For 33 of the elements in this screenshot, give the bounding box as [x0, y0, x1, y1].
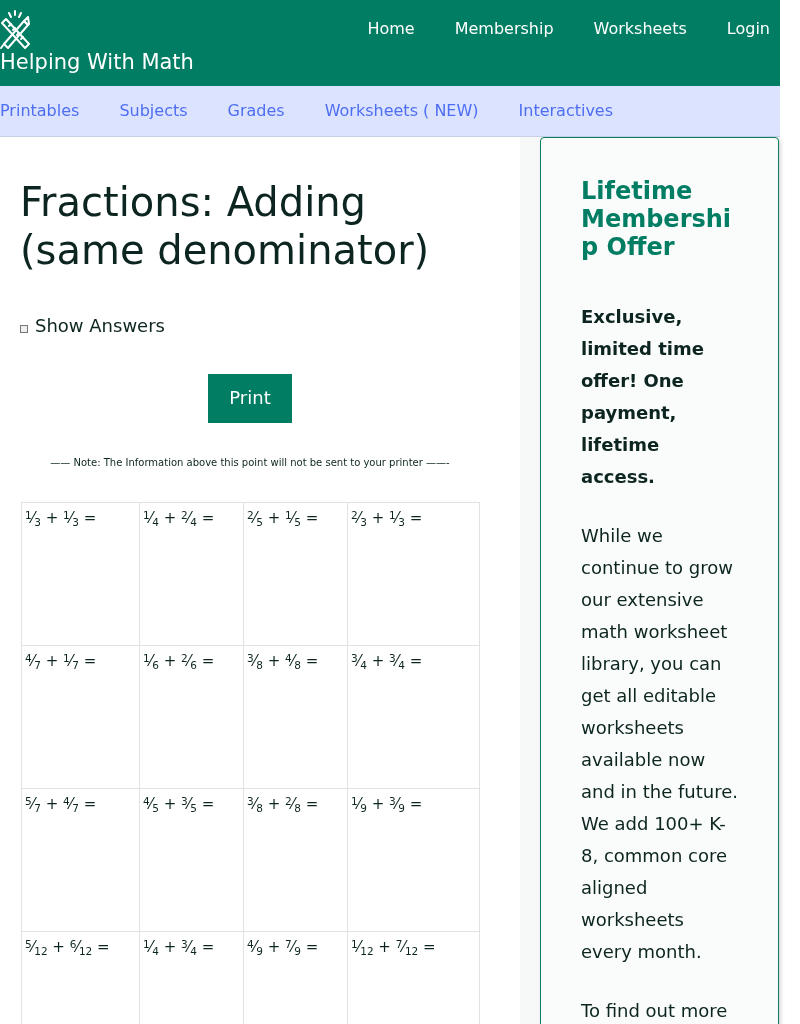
show-answers-label[interactable]: Show Answers [35, 314, 165, 338]
nav-link[interactable]: Membership [454, 18, 554, 40]
fraction-problem-cell: $^{1}$⁄$_{4}$ + $^{2}$⁄$_{4}$ = [139, 502, 244, 646]
fraction-problem-cell: $^{1}$⁄$_{3}$ + $^{1}$⁄$_{3}$ = [21, 502, 140, 646]
offer-body-text: While we continue to grow our extensive math worksheet library, you can get all editable worksheets available now and in the future. We add 100+ K-8, common core aligned worksheets every month. [581, 524, 738, 964]
fraction-problem-cell: $^{2}$⁄$_{5}$ + $^{1}$⁄$_{5}$ = [243, 502, 348, 646]
fraction-problem-cell: $^{2}$⁄$_{3}$ + $^{1}$⁄$_{3}$ = [347, 502, 480, 646]
offer-body-text: To find out more [581, 999, 729, 1023]
nav-link[interactable]: Login [726, 18, 770, 40]
subnav-link[interactable]: Interactives [518, 100, 614, 122]
fraction-problem-cell: $^{3}$⁄$_{4}$ + $^{3}$⁄$_{4}$ = [347, 645, 480, 789]
subnav-link[interactable]: Worksheets ( NEW) [324, 100, 479, 122]
subnav-link[interactable]: Grades [227, 100, 285, 122]
pencil-ruler-icon[interactable] [0, 9, 30, 49]
subnav-link[interactable]: Printables [0, 100, 80, 122]
site-title[interactable]: Helping With Math [0, 50, 194, 74]
nav-link[interactable]: Worksheets [593, 18, 687, 40]
nav-link[interactable]: Home [367, 18, 415, 40]
fraction-problem-cell: $^{5}$⁄$_{12}$ + $^{6}$⁄$_{12}$ = [21, 931, 140, 1024]
fraction-problem-cell: $^{4}$⁄$_{5}$ + $^{3}$⁄$_{5}$ = [139, 788, 244, 932]
subnav-link[interactable]: Subjects [119, 100, 188, 122]
fraction-problem-cell: $^{1}$⁄$_{6}$ + $^{2}$⁄$_{6}$ = [139, 645, 244, 789]
fraction-problem-cell: $^{1}$⁄$_{9}$ + $^{3}$⁄$_{9}$ = [347, 788, 480, 932]
page-title: Fractions: Adding (same denominator) [20, 178, 431, 274]
offer-lead-text: Exclusive, limited time offer! One payment, lifetime access. [581, 305, 705, 489]
print-button[interactable]: Print [208, 374, 292, 423]
show-answers-checkbox[interactable] [20, 325, 28, 333]
fraction-problem-cell: $^{4}$⁄$_{7}$ + $^{1}$⁄$_{7}$ = [21, 645, 140, 789]
printer-note: —— Note: The Information above this point will not be sent to your printer ——- [49, 456, 451, 470]
offer-heading: Lifetime Membership Offer [581, 177, 733, 261]
fraction-problem-cell: $^{3}$⁄$_{8}$ + $^{4}$⁄$_{8}$ = [243, 645, 348, 789]
fraction-problem-cell: $^{5}$⁄$_{7}$ + $^{4}$⁄$_{7}$ = [21, 788, 140, 932]
fraction-problem-cell: $^{3}$⁄$_{8}$ + $^{2}$⁄$_{8}$ = [243, 788, 348, 932]
